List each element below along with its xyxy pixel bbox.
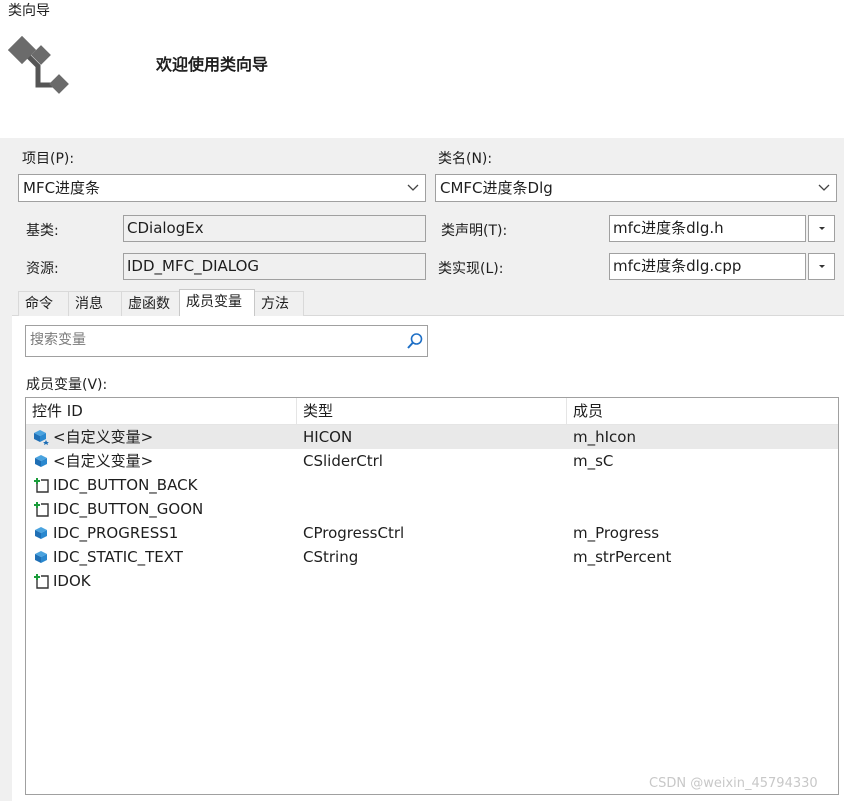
search-box[interactable] (25, 325, 428, 357)
tab-bar: 命令 消息 虚函数 成员变量 方法 (18, 289, 304, 316)
resource-field: IDD_MFC_DIALOG (123, 253, 426, 280)
class-impl-label: 类实现(L): (438, 261, 504, 277)
cell-control-id: IDC_BUTTON_GOON (53, 500, 204, 518)
tab-member-variables[interactable]: 成员变量 (179, 289, 255, 316)
classname-label: 类名(N): (438, 151, 493, 167)
custom-variable-icon (32, 524, 50, 542)
tab-virtual-functions[interactable]: 虚函数 (121, 291, 180, 316)
cell-control-id: IDOK (53, 572, 91, 590)
table-row[interactable]: IDC_BUTTON_BACK (26, 473, 838, 497)
cell-type: HICON (303, 428, 353, 446)
table-row[interactable]: <自定义变量> HICON m_hIcon (26, 425, 838, 449)
cell-control-id: <自定义变量> (53, 428, 154, 446)
base-class-label: 基类: (26, 223, 59, 239)
control-add-icon (32, 572, 50, 590)
resource-label: 资源: (26, 261, 59, 277)
custom-variable-star-icon (32, 428, 50, 446)
class-decl-label: 类声明(T): (441, 223, 508, 239)
list-header: 控件 ID 类型 成员 (26, 398, 838, 425)
custom-variable-icon (32, 548, 50, 566)
member-vars-label: 成员变量(V): (26, 377, 108, 393)
project-value: MFC进度条 (23, 179, 101, 197)
tab-messages[interactable]: 消息 (68, 291, 122, 316)
classname-combo[interactable]: CMFC进度条Dlg (435, 174, 837, 202)
cell-control-id: IDC_STATIC_TEXT (53, 548, 183, 566)
class-hierarchy-icon (8, 36, 69, 94)
cell-member: m_sC (573, 452, 614, 470)
dropdown-arrow-icon (818, 265, 825, 268)
control-add-icon (32, 476, 50, 494)
welcome-heading: 欢迎使用类向导 (156, 55, 269, 74)
base-class-field: CDialogEx (123, 215, 426, 242)
chevron-down-icon (818, 175, 830, 201)
cell-member: m_strPercent (573, 548, 672, 566)
tab-commands[interactable]: 命令 (18, 291, 69, 316)
cell-control-id: IDC_PROGRESS1 (53, 524, 179, 542)
cell-type: CString (303, 548, 359, 566)
watermark: CSDN @weixin_45794330 (649, 776, 818, 791)
cell-member: m_hIcon (573, 428, 636, 446)
column-header-type[interactable]: 类型 (297, 398, 566, 424)
search-icon[interactable] (406, 332, 424, 350)
tab-methods[interactable]: 方法 (254, 291, 304, 316)
cell-control-id: IDC_BUTTON_BACK (53, 476, 198, 494)
control-add-icon (32, 500, 50, 518)
table-row[interactable]: IDC_PROGRESS1 CProgressCtrl m_Progress (26, 521, 838, 545)
table-row[interactable]: IDC_BUTTON_GOON (26, 497, 838, 521)
chevron-down-icon (407, 175, 419, 201)
class-decl-dropdown-button[interactable] (808, 215, 835, 242)
cell-type: CSliderCtrl (303, 452, 383, 470)
cell-member: m_Progress (573, 524, 660, 542)
class-impl-field[interactable]: mfc进度条dlg.cpp (609, 253, 806, 280)
wizard-title: 类向导 (8, 3, 50, 19)
search-input[interactable] (26, 326, 400, 354)
column-header-member[interactable]: 成员 (567, 398, 837, 424)
member-vars-list[interactable]: 控件 ID 类型 成员 <自定义变量> HICON m_hIcon <自定义变量> CS… (25, 397, 839, 795)
cell-control-id: <自定义变量> (53, 452, 154, 470)
cell-type: CProgressCtrl (303, 524, 405, 542)
class-decl-field[interactable]: mfc进度条dlg.h (609, 215, 806, 242)
table-row[interactable]: <自定义变量> CSliderCtrl m_sC (26, 449, 838, 473)
dropdown-arrow-icon (818, 227, 825, 230)
project-label: 项目(P): (22, 151, 75, 167)
column-header-control-id[interactable]: 控件 ID (26, 398, 296, 424)
table-row[interactable]: IDOK (26, 569, 838, 593)
class-impl-dropdown-button[interactable] (808, 253, 835, 280)
classname-value: CMFC进度条Dlg (440, 179, 553, 197)
custom-variable-icon (32, 452, 50, 470)
table-row[interactable]: IDC_STATIC_TEXT CString m_strPercent (26, 545, 838, 569)
project-combo[interactable]: MFC进度条 (18, 174, 426, 202)
